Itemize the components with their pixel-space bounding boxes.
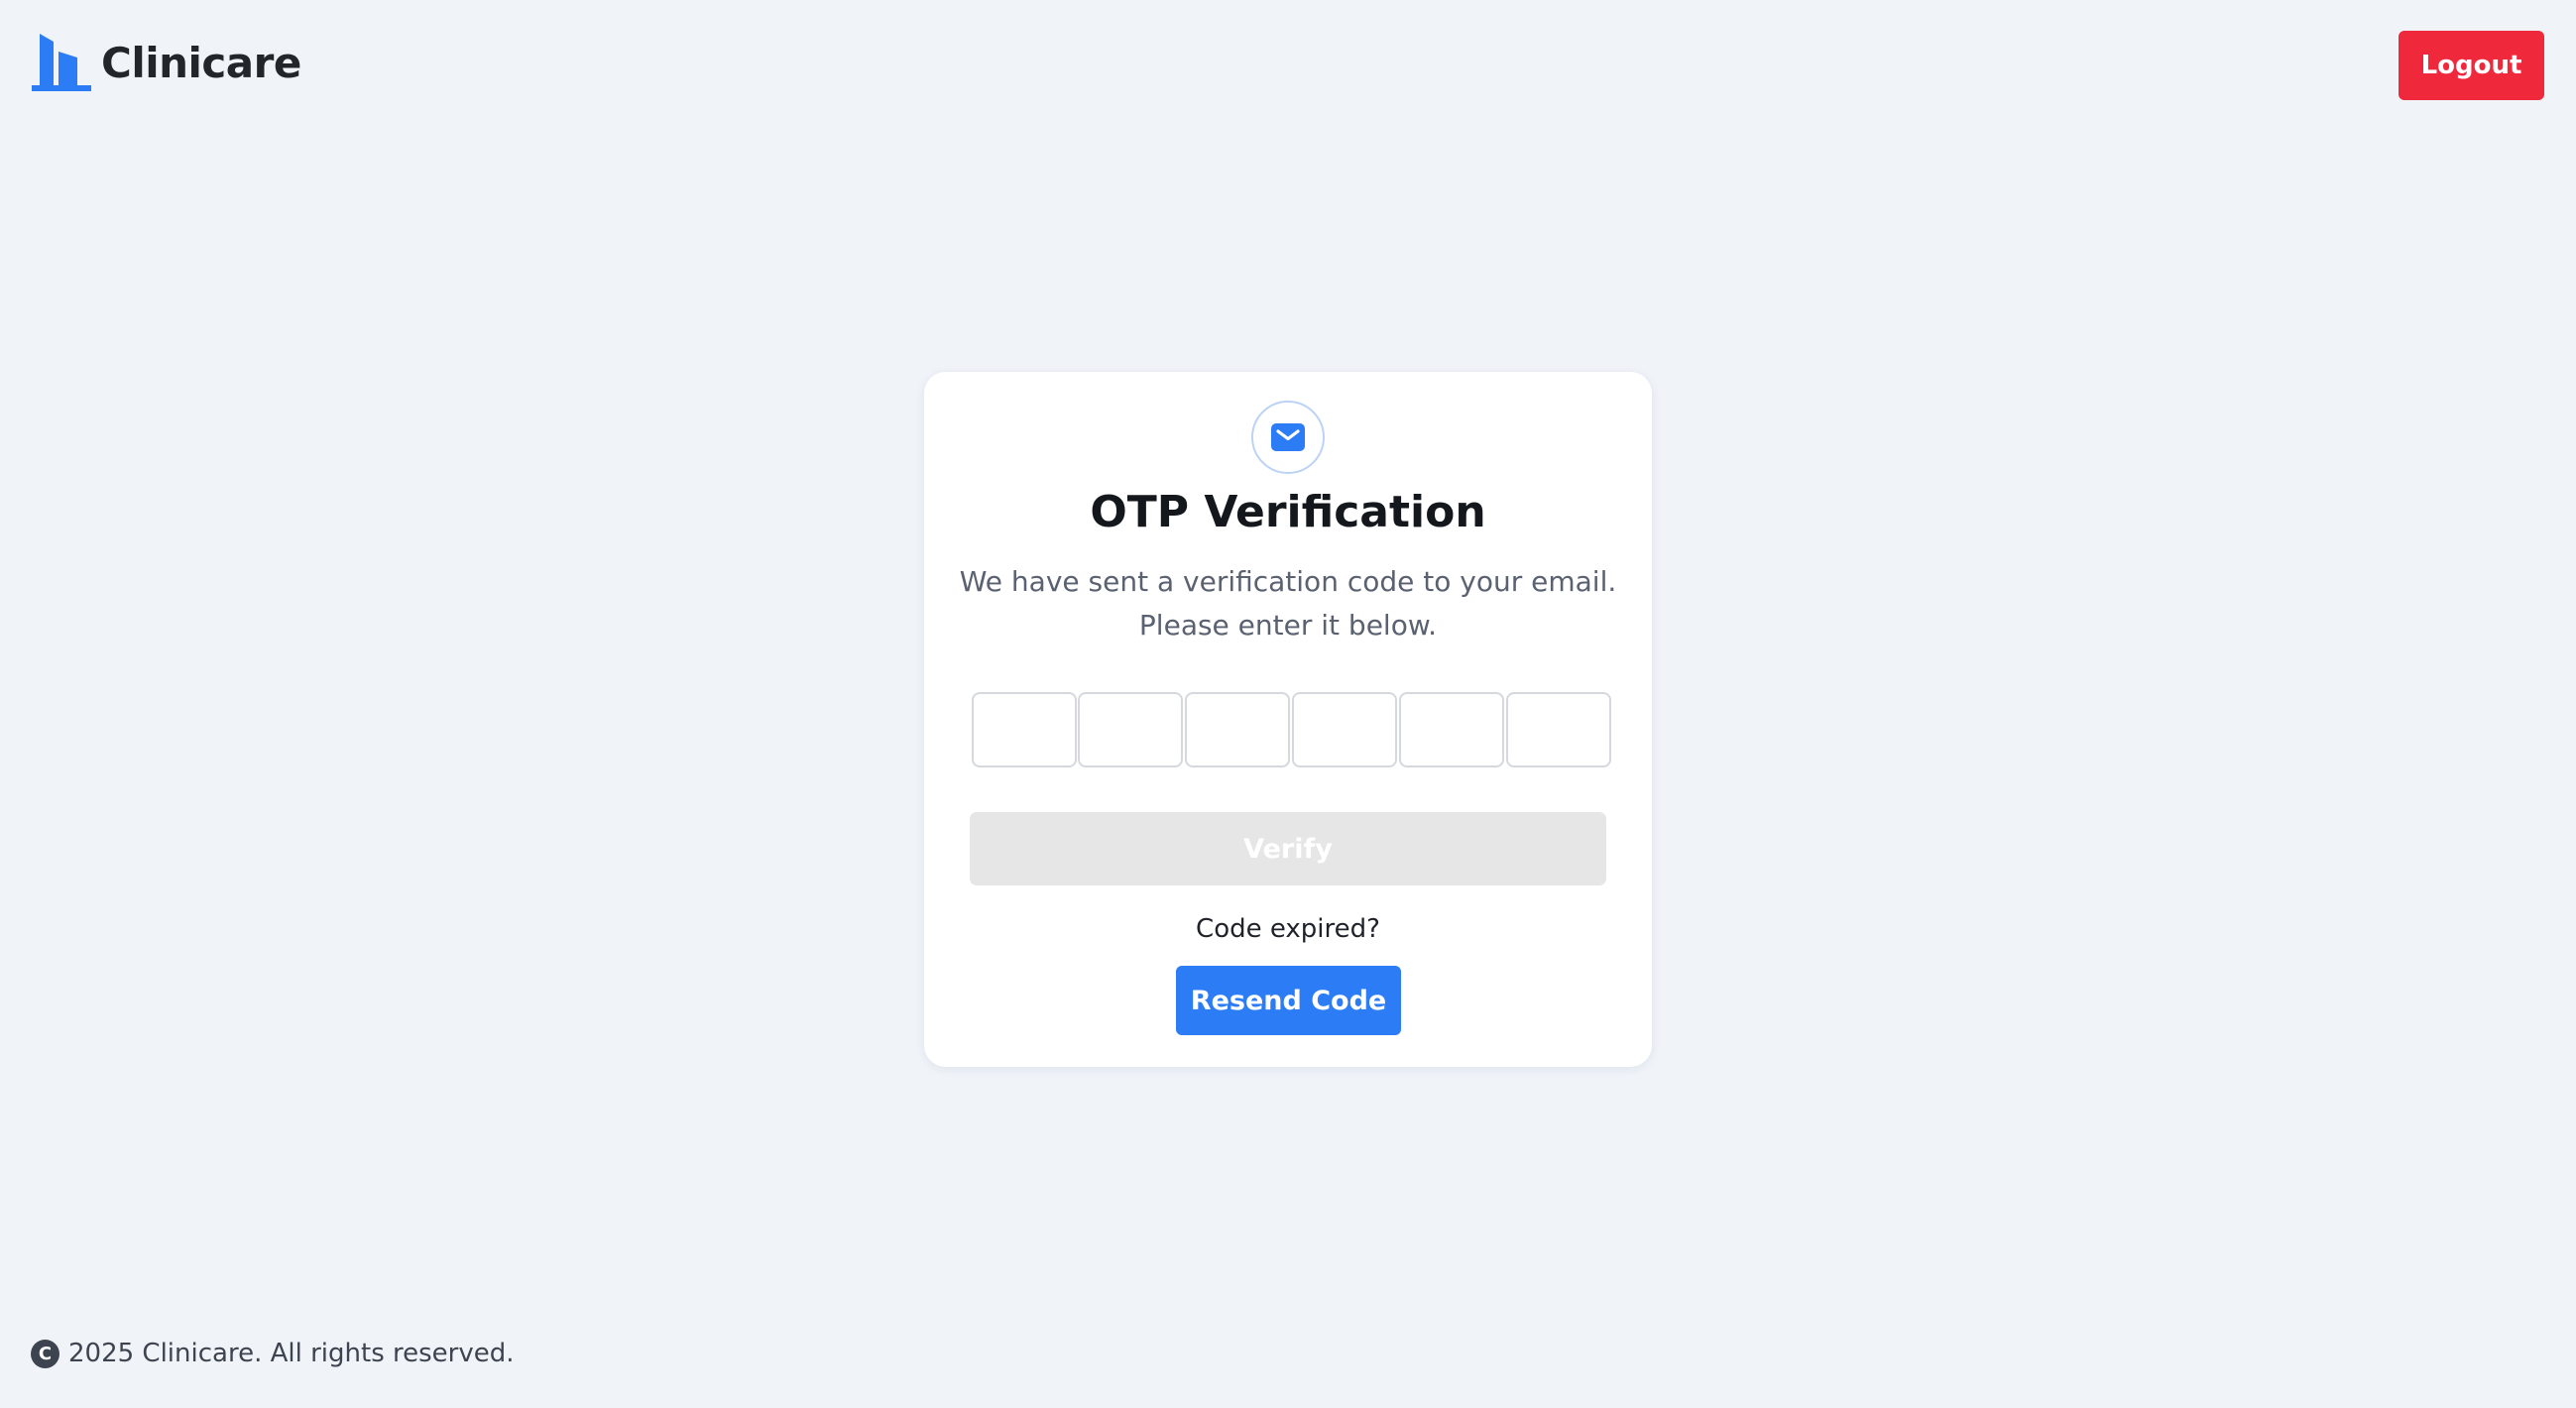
footer-copyright-text: 2025 Clinicare. All rights reserved. bbox=[68, 1339, 515, 1368]
verify-button[interactable]: Verify bbox=[970, 812, 1606, 885]
otp-description-line-2: Please enter it below. bbox=[1138, 609, 1438, 642]
otp-digit-1[interactable] bbox=[972, 692, 1077, 767]
building-logo-icon bbox=[32, 34, 91, 91]
copyright-icon: C bbox=[31, 1339, 59, 1368]
otp-digit-6[interactable] bbox=[1506, 692, 1611, 767]
page-title: OTP Verification bbox=[1090, 487, 1486, 537]
mail-icon-badge bbox=[1251, 401, 1325, 474]
code-expired-prompt: Code expired? bbox=[1196, 914, 1380, 944]
otp-digit-3[interactable] bbox=[1185, 692, 1290, 767]
otp-description: We have sent a verification code to your… bbox=[924, 560, 1652, 647]
otp-input-group bbox=[972, 692, 1612, 767]
otp-digit-2[interactable] bbox=[1078, 692, 1183, 767]
footer: C 2025 Clinicare. All rights reserved. bbox=[31, 1339, 515, 1368]
mail-icon bbox=[1271, 423, 1305, 451]
brand-name: Clinicare bbox=[101, 38, 301, 87]
logout-button[interactable]: Logout bbox=[2399, 31, 2544, 100]
otp-card: OTP Verification We have sent a verifica… bbox=[924, 372, 1652, 1067]
otp-digit-5[interactable] bbox=[1399, 692, 1504, 767]
otp-digit-4[interactable] bbox=[1292, 692, 1397, 767]
brand-logo[interactable]: Clinicare bbox=[32, 34, 301, 91]
otp-description-line-1: We have sent a verification code to your… bbox=[959, 565, 1617, 598]
resend-code-button[interactable]: Resend Code bbox=[1176, 966, 1401, 1035]
